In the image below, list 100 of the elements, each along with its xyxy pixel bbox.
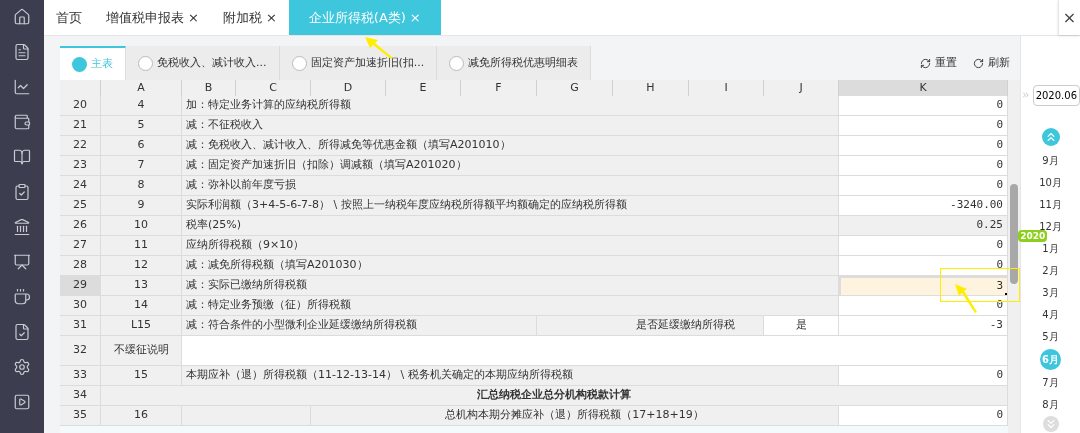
cup-icon[interactable] [13,288,31,306]
value-cell[interactable]: 3 [839,276,1008,296]
annotation-arrow [954,283,978,313]
close-button[interactable]: × [1058,0,1080,35]
table-cell: 减：符合条件的小型微利企业延缓缴纳所得税额 [182,316,537,336]
table-cell: 加：特定业务计算的应纳税所得额 [182,96,839,116]
file-check-icon[interactable] [13,323,31,341]
value-cell[interactable]: 0 [839,256,1008,276]
row-number: 26 [60,216,101,236]
table-cell: 9 [101,196,182,216]
table-cell: 减：实际已缴纳所得税额 [182,276,839,296]
row-number: 24 [60,176,101,196]
tab[interactable]: 增值税申报表 × [94,0,211,35]
period-field[interactable]: 2020.06 [1032,84,1080,106]
book-icon[interactable] [13,148,31,166]
row-number: 34 [60,386,101,406]
month-item[interactable]: 9月 [1042,151,1059,170]
clipboard-icon[interactable] [13,183,31,201]
year-badge: 2020 [1018,230,1048,242]
month-item[interactable]: 10月 [1039,173,1062,192]
row-number: 33 [60,366,101,386]
chart-icon[interactable] [13,78,31,96]
value-cell[interactable]: 0 [839,366,1008,386]
play-icon[interactable] [13,393,31,411]
value-cell[interactable]: 0 [839,116,1008,136]
table-cell: 减：特定业务预缴（征）所得税额 [182,296,839,316]
row-number: 22 [60,136,101,156]
value-cell[interactable]: 0.25 [839,216,1008,236]
table-cell: 8 [101,176,182,196]
value-cell[interactable]: 0 [839,236,1008,256]
table-cell: 14 [101,296,182,316]
sync-icon[interactable] [920,57,931,69]
form-icon [72,56,87,72]
month-item[interactable]: 4月 [1042,305,1059,324]
month-item[interactable]: 7月 [1042,373,1059,392]
table-cell: 税率(25%) [182,216,839,236]
bank-icon[interactable] [13,218,31,236]
row-number: 32 [60,336,101,366]
form-icon [138,55,153,71]
table-cell: 本期应补（退）所得税额（11-12-13-14） \ 税务机关确定的本期应纳所得税额 [182,366,839,386]
table-cell: 应纳所得税额（9×10） [182,236,839,256]
month-item[interactable]: 3月 [1042,283,1059,302]
row-number: 23 [60,156,101,176]
form-icon [449,55,465,71]
month-item[interactable]: 1月 [1042,239,1059,258]
form-icon [291,55,307,71]
row-number: 30 [60,296,101,316]
value-cell[interactable]: -3240.00 [839,196,1008,216]
table-cell: 10 [101,216,182,236]
close-icon[interactable]: × [188,7,199,28]
value-cell[interactable]: 0 [839,406,1008,426]
table-cell: 7 [101,156,182,176]
section-heading: 汇总纳税企业总分机构税款计算 [101,386,1008,406]
tab[interactable]: 附加税 × [210,0,289,35]
table-cell: 16 [101,406,182,426]
table-cell: 总机构本期分摊应补（退）所得税额（17+18+19） [311,406,839,426]
wallet-icon[interactable] [13,113,31,131]
value-cell[interactable]: 0 [839,136,1008,156]
close-icon[interactable]: × [265,7,277,28]
row-number: 27 [60,236,101,256]
home-icon[interactable] [13,8,31,26]
row-number: 31 [60,316,101,336]
reset-button[interactable]: 重置 [920,54,957,72]
month-item[interactable]: 2月 [1042,261,1059,280]
answer-cell[interactable]: 是 [764,316,839,336]
table-cell: 15 [101,366,182,386]
month-item[interactable]: 8月 [1042,395,1059,414]
table-cell: 减：弥补以前年度亏损 [182,176,839,196]
table-cell: 4 [101,96,182,116]
table-cell: 减：免税收入、减计收入、所得减免等优惠金额（填写A201010） [182,136,839,156]
value-cell[interactable]: 0 [839,156,1008,176]
row-number: 20 [60,96,101,116]
note-field[interactable] [182,336,1008,366]
row-number: 35 [60,406,101,426]
row-number: 29 [60,276,101,296]
table-cell: 减：固定资产加速折旧（扣除）调减额（填写A201020） [182,156,839,176]
month-item[interactable]: 5月 [1042,327,1059,346]
refresh-icon[interactable] [973,57,984,69]
refresh-button[interactable]: 刷新 [973,54,1010,72]
row-number: 21 [60,116,101,136]
table-cell: 实际利润额（3+4-5-6-7-8） \ 按照上一纳税年度应纳税所得额平均额确定的应纳税所得额 [182,196,839,216]
document-icon[interactable] [13,43,31,61]
table-cell: 是否延缓缴纳所得税 [537,316,764,336]
month-item[interactable]: 11月 [1039,195,1062,214]
value-cell[interactable]: 0 [839,176,1008,196]
table-cell: 6 [101,136,182,156]
value-cell[interactable]: -3 [839,316,1008,336]
table-cell: 减：减免所得税额（填写A201030） [182,256,839,276]
tab[interactable]: 首页 [44,0,94,35]
table-cell: 12 [101,256,182,276]
table-cell: 13 [101,276,182,296]
table-cell: L15 [101,316,182,336]
scrollbar[interactable] [1008,80,1020,433]
table-cell: 5 [101,116,182,136]
table-cell: 减：不征税收入 [182,116,839,136]
table-cell: 不缓征说明 [101,336,182,366]
settings-icon[interactable] [13,358,31,376]
presentation-icon[interactable] [13,253,31,271]
row-number: 28 [60,256,101,276]
value-cell[interactable]: 0 [839,96,1008,116]
